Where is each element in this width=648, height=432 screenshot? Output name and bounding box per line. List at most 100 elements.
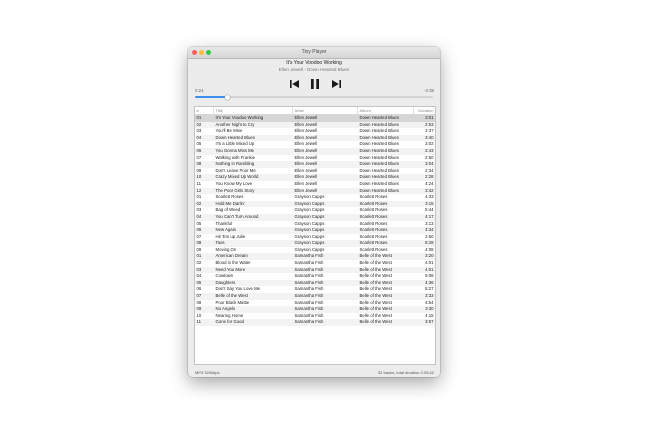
- cell-number: 09: [196, 167, 202, 173]
- elapsed-time: 0:24: [195, 88, 204, 93]
- table-row[interactable]: 08 Taos Grayson Capps Scarlett Roses 8:28: [195, 240, 435, 247]
- cell-artist: Ellen Jewell: [294, 167, 318, 173]
- cell-number: 07: [196, 233, 202, 239]
- cell-album: Scarlett Roses: [359, 194, 388, 200]
- previous-track-button[interactable]: [288, 78, 300, 90]
- cell-title: American Dream: [215, 253, 248, 259]
- cell-album: Scarlett Roses: [359, 246, 388, 252]
- table-row[interactable]: 03 Bag of Weed Grayson Capps Scarlett Roses…: [195, 207, 435, 214]
- table-row[interactable]: 06 New Again Grayson Capps Scarlett Roses 4:…: [195, 227, 435, 234]
- cell-title: You Gonna Miss Me: [215, 147, 255, 153]
- cell-duration: 3:40: [425, 134, 434, 140]
- table-row[interactable]: 06 Don't Say You Love Me Samantha Fish Bell…: [195, 286, 435, 293]
- cell-number: 07: [196, 154, 202, 160]
- cell-artist: Samantha Fish: [294, 279, 324, 285]
- table-row[interactable]: 05 Daughters Samantha Fish Belle of the Wes…: [195, 279, 435, 287]
- cell-album: Belle of the West: [359, 279, 392, 285]
- table-row[interactable]: 04 You Can't Turn Around Grayson Capps Scar…: [195, 213, 435, 221]
- cell-duration: 4:15: [425, 312, 434, 318]
- table-row[interactable]: 10 Nearing Home Samantha Fish Belle of the …: [195, 313, 435, 320]
- table-row[interactable]: 03 Need You More Samantha Fish Belle of the…: [195, 266, 435, 274]
- cell-album: Down Hearted Blues: [359, 180, 399, 186]
- cell-number: 03: [196, 266, 202, 272]
- column-header-album[interactable]: Album: [358, 107, 414, 114]
- cell-artist: Samantha Fish: [294, 306, 324, 312]
- cell-number: 12: [196, 187, 202, 193]
- cell-number: 03: [196, 207, 202, 213]
- table-row[interactable]: 07 Belle of the West Samantha Fish Belle of…: [195, 293, 435, 300]
- cell-title: Bag of Weed: [215, 207, 241, 213]
- table-row[interactable]: 11 Gone for Good Samantha Fish Belle of the…: [195, 319, 435, 326]
- table-row[interactable]: 01 It's Your Voodoo Working Ellen Jewell Do…: [195, 115, 435, 122]
- cell-duration: 3:30: [425, 306, 434, 312]
- cell-duration: 3:13: [425, 220, 434, 226]
- cell-album: Belle of the West: [359, 299, 392, 305]
- next-track-button[interactable]: [330, 78, 342, 90]
- table-row[interactable]: 11 You Know My Love Ellen Jewell Down Heart…: [195, 181, 435, 188]
- status-bar: MP3 320kbps 32 tracks, total duration 2:…: [188, 367, 440, 377]
- cell-artist: Samantha Fish: [294, 299, 324, 305]
- cell-duration: 2:53: [425, 121, 434, 127]
- cell-number: 06: [196, 286, 202, 292]
- table-row[interactable]: 09 No Angels Samantha Fish Belle of the Wes…: [195, 306, 435, 313]
- progress-slider[interactable]: [195, 94, 433, 100]
- pause-icon: [310, 79, 319, 89]
- table-row[interactable]: 02 Hold Me Darlin' Grayson Capps Scarlett R…: [195, 200, 435, 208]
- cell-duration: 4:01: [425, 260, 434, 266]
- table-row[interactable]: 09 Don't Leave Poor Me Ellen Jewell Down He…: [195, 168, 435, 175]
- table-row[interactable]: 09 Moving On Grayson Capps Scarlett Roses 4:…: [195, 247, 435, 254]
- cell-album: Down Hearted Blues: [359, 134, 399, 140]
- cell-number: 06: [196, 227, 202, 233]
- cell-artist: Ellen Jewell: [294, 180, 318, 186]
- cell-title: Taos: [215, 240, 225, 246]
- table-row[interactable]: 03 You'll Be Mine Ellen Jewell Down Hearted…: [195, 128, 435, 135]
- column-header-artist[interactable]: Artist: [293, 107, 358, 114]
- cell-artist: Ellen Jewell: [294, 154, 318, 160]
- table-row[interactable]: 01 Scarlett Roses Grayson Capps Scarlett Ro…: [195, 194, 435, 201]
- cell-duration: 4:24: [425, 180, 434, 186]
- table-row[interactable]: 05 Thankful Grayson Capps Scarlett Roses 3:1…: [195, 221, 435, 228]
- cell-artist: Samantha Fish: [294, 293, 324, 299]
- table-row[interactable]: 07 Walking with Frankie Ellen Jewell Down H…: [195, 155, 435, 162]
- table-row[interactable]: 06 You Gonna Miss Me Ellen Jewell Down Hear…: [195, 147, 435, 155]
- table-row[interactable]: 12 The Poor Girls Story Ellen Jewell Down H…: [195, 187, 435, 195]
- cell-duration: 2:43: [425, 147, 434, 153]
- cell-title: Nothing in Rambling: [215, 161, 255, 167]
- cell-number: 11: [196, 319, 201, 325]
- table-row[interactable]: 01 American Dream Samantha Fish Belle of th…: [195, 253, 435, 261]
- table-row[interactable]: 04 Down Hearted Blues Ellen Jewell Down Hea…: [195, 134, 435, 142]
- table-row[interactable]: 04 Cowtown Samantha Fish Belle of the West 5…: [195, 273, 435, 280]
- cell-album: Scarlett Roses: [359, 227, 388, 233]
- cell-duration: 5:08: [425, 273, 434, 279]
- cell-number: 01: [196, 115, 202, 120]
- cell-duration: 4:33: [425, 194, 434, 200]
- cell-album: Belle of the West: [359, 306, 392, 312]
- table-row[interactable]: 08 Nothing in Rambling Ellen Jewell Down He…: [195, 161, 435, 168]
- playlist-summary: 32 tracks, total duration 2:05:42: [377, 370, 434, 375]
- pause-button[interactable]: [308, 78, 321, 90]
- table-row[interactable]: 05 I'm a Little Mixed Up Ellen Jewell Down …: [195, 141, 435, 148]
- cell-duration: 2:34: [425, 167, 434, 173]
- cell-album: Down Hearted Blues: [359, 141, 399, 147]
- column-header-title[interactable]: Title: [214, 107, 293, 114]
- cell-title: Daughters: [215, 279, 236, 285]
- column-header-number[interactable]: #: [195, 107, 214, 114]
- table-row[interactable]: 08 Poor Black Mattie Samantha Fish Belle of…: [195, 300, 435, 307]
- cell-duration: 3:33: [425, 293, 434, 299]
- table-row[interactable]: 02 Another Night to Cry Ellen Jewell Down H…: [195, 121, 435, 129]
- title-bar[interactable]: Tiny Player: [188, 47, 440, 59]
- progress-knob[interactable]: [225, 94, 231, 100]
- progress-fill: [195, 96, 228, 98]
- table-row[interactable]: 07 Hit 'Em up Julie Grayson Capps Scarlett …: [195, 234, 435, 241]
- table-row[interactable]: 10 Crazy Mixed Up World Ellen Jewell Down H…: [195, 174, 435, 181]
- cell-duration: 4:34: [425, 227, 434, 233]
- cell-artist: Grayson Capps: [294, 240, 325, 246]
- cell-album: Down Hearted Blues: [359, 187, 399, 193]
- cell-title: Hit 'Em up Julie: [215, 233, 246, 239]
- table-row[interactable]: 02 Blood in the Water Samantha Fish Belle o…: [195, 260, 435, 267]
- player-window: Tiny Player It's Your Voodoo Working Ell…: [188, 47, 440, 377]
- cell-number: 08: [196, 161, 202, 167]
- remaining-time: -2:38: [423, 88, 434, 93]
- column-header-duration[interactable]: Duration: [414, 107, 435, 114]
- cell-title: Down Hearted Blues: [215, 134, 255, 140]
